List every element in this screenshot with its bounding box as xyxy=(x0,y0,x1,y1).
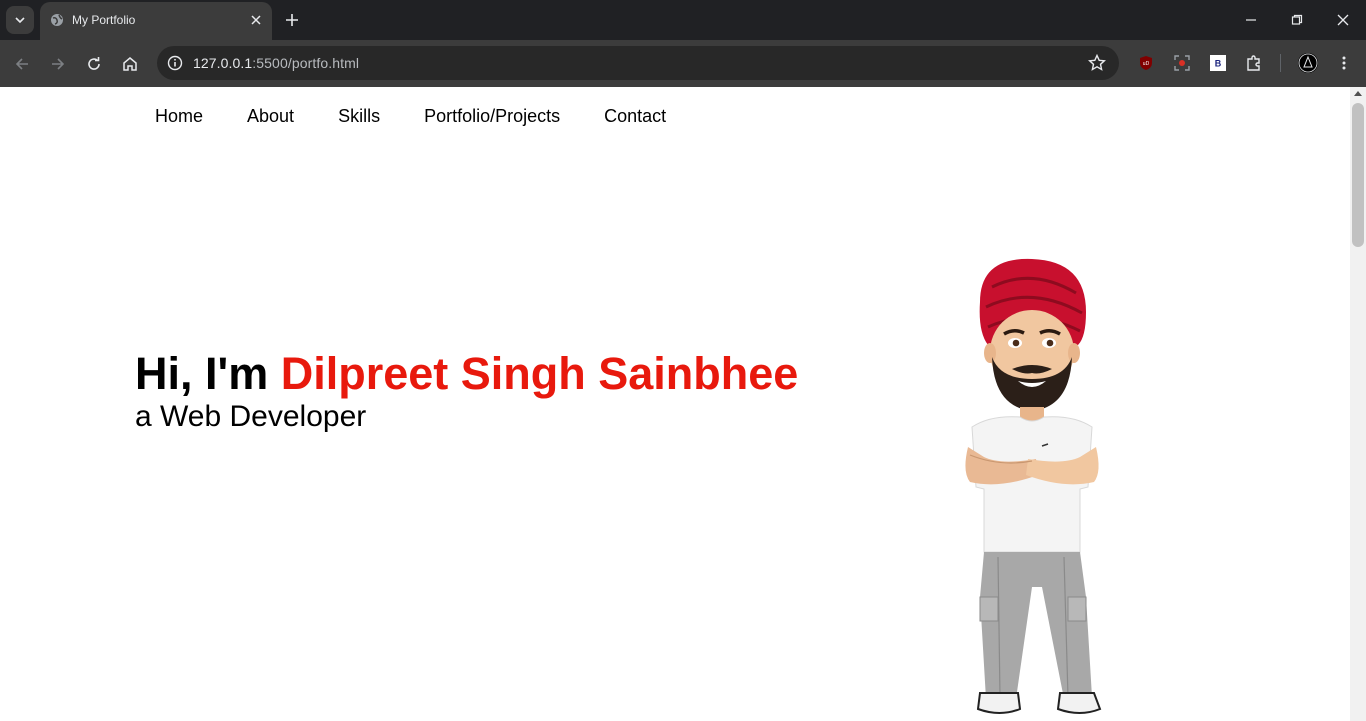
close-icon xyxy=(1337,14,1349,26)
new-tab-button[interactable] xyxy=(282,10,302,30)
forward-button[interactable] xyxy=(44,50,72,78)
nav-link-about[interactable]: About xyxy=(247,106,294,127)
nav-link-home[interactable]: Home xyxy=(155,106,203,127)
scroll-up-arrow-icon[interactable] xyxy=(1354,91,1362,96)
hero-greeting: Hi, I'm xyxy=(135,348,281,399)
avatar-illustration xyxy=(965,258,1102,714)
hero-subtitle: a Web Developer xyxy=(135,400,367,433)
home-icon xyxy=(123,57,137,71)
ublock-extension-button[interactable]: uD xyxy=(1135,52,1157,74)
profile-button[interactable] xyxy=(1297,52,1319,74)
star-icon xyxy=(1088,54,1106,71)
minimize-button[interactable] xyxy=(1231,6,1271,34)
tab-close-button[interactable] xyxy=(248,12,264,28)
toolbar-divider xyxy=(1280,54,1281,72)
screen-capture-icon xyxy=(1174,55,1190,71)
avatar xyxy=(1298,53,1318,73)
main-nav: Home About Skills Portfolio/Projects Con… xyxy=(155,106,710,127)
scroll-thumb[interactable] xyxy=(1352,103,1364,247)
b-extension-button[interactable]: B xyxy=(1207,52,1229,74)
arrow-left-icon xyxy=(15,58,28,70)
tab-strip: My Portfolio xyxy=(0,0,1366,40)
hero-name: Dilpreet Singh Sainbhee xyxy=(280,348,799,399)
page-scrollbar[interactable] xyxy=(1350,87,1366,721)
nav-link-contact[interactable]: Contact xyxy=(604,106,666,127)
url-text: 127.0.0.1:5500/portfo.html xyxy=(193,55,359,71)
chevron-down-icon xyxy=(15,17,25,24)
toolbar: 127.0.0.1:5500/portfo.html uD B xyxy=(0,40,1366,87)
b-extension-icon: B xyxy=(1210,55,1226,71)
svg-text:uD: uD xyxy=(1143,61,1150,67)
url-host: 127.0.0.1 xyxy=(193,55,253,71)
reload-icon xyxy=(88,57,100,70)
minimize-icon xyxy=(1246,19,1256,21)
url-path: :5500/portfo.html xyxy=(252,55,360,71)
screen-capture-extension-button[interactable] xyxy=(1171,52,1193,74)
nav-link-portfolio[interactable]: Portfolio/Projects xyxy=(424,106,560,127)
nav-link-skills[interactable]: Skills xyxy=(338,106,380,127)
svg-text:B: B xyxy=(1215,59,1222,69)
hero-section: Hi, I'm Dilpreet Singh Sainbhee a Web De… xyxy=(135,349,798,435)
more-vertical-icon xyxy=(1342,56,1346,70)
tab-title: My Portfolio xyxy=(72,13,136,27)
browser-chrome: My Portfolio 127.0.0.1:5500/portfo.html … xyxy=(0,0,1366,87)
address-bar[interactable]: 127.0.0.1:5500/portfo.html xyxy=(157,46,1119,80)
browser-menu-button[interactable] xyxy=(1333,52,1355,74)
arrow-right-icon xyxy=(52,58,65,70)
close-window-button[interactable] xyxy=(1323,6,1363,34)
reload-button[interactable] xyxy=(80,50,108,78)
bookmark-star-button[interactable] xyxy=(1087,53,1107,73)
extensions-puzzle-icon xyxy=(1247,55,1260,71)
home-button[interactable] xyxy=(116,50,144,78)
restore-button[interactable] xyxy=(1277,6,1317,34)
extensions-button[interactable] xyxy=(1243,52,1265,74)
globe-icon xyxy=(51,14,63,26)
site-info-button[interactable] xyxy=(163,51,187,75)
ublock-icon: uD xyxy=(1140,56,1152,70)
page-viewport: Home About Skills Portfolio/Projects Con… xyxy=(0,87,1350,721)
close-icon xyxy=(251,15,261,25)
restore-icon xyxy=(1291,14,1303,25)
info-icon xyxy=(167,55,183,71)
tab-active[interactable]: My Portfolio xyxy=(40,2,272,40)
tab-search-button[interactable] xyxy=(6,6,34,34)
plus-icon xyxy=(286,14,298,26)
hero-heading: Hi, I'm Dilpreet Singh Sainbhee xyxy=(135,349,798,399)
back-button[interactable] xyxy=(8,50,36,78)
